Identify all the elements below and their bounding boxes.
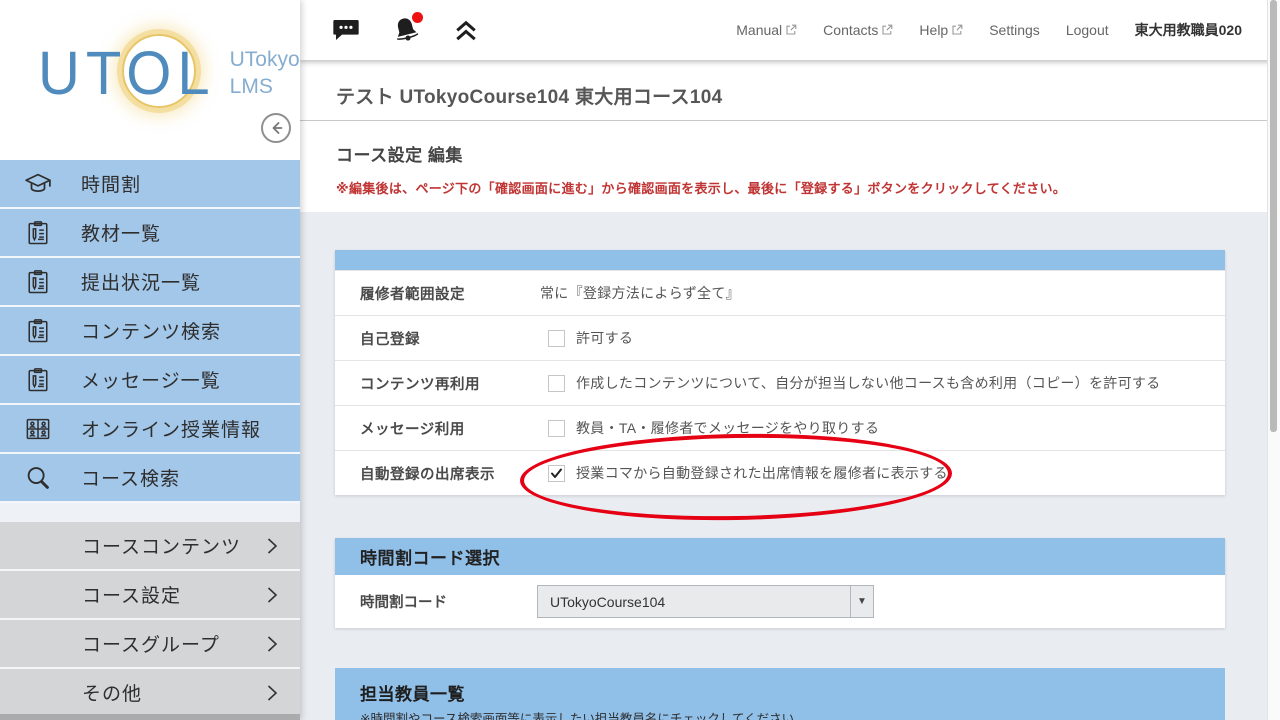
dropdown-arrow-icon: ▼: [850, 586, 873, 617]
sidebar-primary-nav: 時間割 教材一覧 提出状況一覧 コンテンツ検索: [0, 160, 300, 503]
table-row: 履修者範囲設定 常に『登録方法によらず全て』: [335, 270, 1225, 315]
page-title: テスト UTokyoCourse104 東大用コース104: [300, 60, 1280, 120]
graduation-cap-icon: [22, 168, 54, 200]
sidebar-item-course-contents[interactable]: コースコンテンツ: [0, 522, 300, 571]
search-icon: [22, 462, 54, 494]
chevron-right-icon: [266, 684, 278, 702]
message-icon[interactable]: [330, 14, 362, 46]
sidebar-item-label: コース設定: [82, 581, 181, 608]
chevron-right-icon: [266, 635, 278, 653]
sidebar: UTOL UTokyo LMS 時間割: [0, 0, 300, 720]
section-header: 時間割コード選択: [335, 538, 1225, 575]
sidebar-item-messages[interactable]: メッセージ一覧: [0, 356, 300, 405]
clipboard-icon: [22, 364, 54, 396]
sidebar-item-materials[interactable]: 教材一覧: [0, 209, 300, 258]
chevron-right-icon: [266, 537, 278, 555]
content-background: 履修者範囲設定 常に『登録方法によらず全て』 自己登録 許可する コンテンツ再利…: [300, 212, 1280, 720]
faculty-list-section: 担当教員一覧 ※時間割やコース検索画面等に表示したい担当教員名にチェックしてくだ…: [335, 668, 1225, 720]
clipboard-icon: [22, 217, 54, 249]
self-registration-checkbox[interactable]: [548, 330, 565, 347]
vertical-scrollbar[interactable]: [1267, 0, 1280, 720]
sidebar-item-timetable[interactable]: 時間割: [0, 160, 300, 209]
online-class-icon: [22, 413, 54, 445]
timetable-code-section: 時間割コード選択 時間割コード UTokyoCourse104 ▼: [335, 538, 1225, 628]
sidebar-item-submissions[interactable]: 提出状況一覧: [0, 258, 300, 307]
notification-bell-icon[interactable]: [390, 14, 422, 46]
course-settings-table: 履修者範囲設定 常に『登録方法によらず全て』 自己登録 許可する コンテンツ再利…: [335, 250, 1225, 495]
table-row: コンテンツ再利用 作成したコンテンツについて、自分が担当しない他コースも含め利用…: [335, 360, 1225, 405]
section-heading: コース設定 編集: [300, 121, 1280, 166]
topbar-links: Manual Contacts Help Settings Logout 東大用…: [736, 20, 1280, 40]
utol-logo: UTOL UTokyo LMS: [38, 40, 300, 107]
topbar-icons: [300, 14, 482, 46]
sidebar-item-online-class[interactable]: オンライン授業情報: [0, 405, 300, 454]
check-icon: [550, 467, 563, 480]
table-header-bar: [335, 250, 1225, 270]
table-row: 自動登録の出席表示 授業コマから自動登録された出席情報を履修者に表示する: [335, 450, 1225, 495]
logout-link[interactable]: Logout: [1066, 22, 1109, 38]
sidebar-item-label: コースコンテンツ: [82, 532, 241, 559]
settings-link[interactable]: Settings: [989, 22, 1040, 38]
timetable-code-row: 時間割コード UTokyoCourse104 ▼: [335, 575, 1225, 628]
sidebar-collapse-button[interactable]: [261, 113, 291, 143]
notification-dot: [412, 12, 423, 23]
clipboard-icon: [22, 266, 54, 298]
content-reuse-checkbox[interactable]: [548, 375, 565, 392]
sidebar-secondary-nav: コースコンテンツ コース設定 コースグループ その他: [0, 522, 300, 718]
sidebar-item-course-group[interactable]: コースグループ: [0, 620, 300, 669]
main-content: テスト UTokyoCourse104 東大用コース104 コース設定 編集 ※…: [300, 60, 1280, 720]
sidebar-item-others[interactable]: その他: [0, 669, 300, 718]
sidebar-item-course-settings[interactable]: コース設定: [0, 571, 300, 620]
attendance-display-checkbox[interactable]: [548, 465, 565, 482]
username: 東大用教職員020: [1135, 20, 1242, 40]
logo-area: UTOL UTokyo LMS: [0, 0, 300, 160]
arrow-left-icon: [268, 120, 284, 136]
topbar: Manual Contacts Help Settings Logout 東大用…: [300, 0, 1280, 60]
table-row: メッセージ利用 教員・TA・履修者でメッセージをやり取りする: [335, 405, 1225, 450]
manual-link[interactable]: Manual: [736, 22, 797, 38]
clipboard-icon: [22, 315, 54, 347]
external-link-icon: [881, 24, 893, 36]
chevron-right-icon: [266, 586, 278, 604]
sidebar-item-label: その他: [82, 679, 142, 706]
collapse-up-icon[interactable]: [450, 14, 482, 46]
sidebar-item-label: コースグループ: [82, 630, 220, 657]
sidebar-item-label: 時間割: [81, 170, 141, 197]
sidebar-item-label: 教材一覧: [81, 219, 161, 246]
logo-wordmark: UTOL: [38, 38, 216, 108]
scrollbar-thumb[interactable]: [1270, 0, 1277, 432]
table-row: 自己登録 許可する: [335, 315, 1225, 360]
sidebar-item-label: オンライン授業情報: [81, 415, 261, 442]
utol-lms-app: UTOL UTokyo LMS 時間割: [0, 0, 1280, 720]
message-use-checkbox[interactable]: [548, 420, 565, 437]
sidebar-item-label: コース検索: [81, 464, 180, 491]
sidebar-item-course-search[interactable]: コース検索: [0, 454, 300, 503]
warning-note: ※編集後は、ページ下の「確認画面に進む」から確認画面を表示し、最後に「登録する」…: [300, 166, 1280, 197]
external-link-icon: [785, 24, 797, 36]
logo-subtitle: UTokyo LMS: [230, 47, 300, 100]
timetable-code-select[interactable]: UTokyoCourse104 ▼: [537, 585, 874, 618]
sidebar-group-gap: [0, 503, 300, 522]
sidebar-bottom-edge: [0, 714, 300, 720]
contacts-link[interactable]: Contacts: [823, 22, 893, 38]
help-link[interactable]: Help: [919, 22, 963, 38]
sidebar-item-label: 提出状況一覧: [81, 268, 201, 295]
external-link-icon: [951, 24, 963, 36]
sidebar-item-label: コンテンツ検索: [81, 317, 221, 344]
sidebar-item-content-search[interactable]: コンテンツ検索: [0, 307, 300, 356]
sidebar-item-label: メッセージ一覧: [81, 366, 221, 393]
